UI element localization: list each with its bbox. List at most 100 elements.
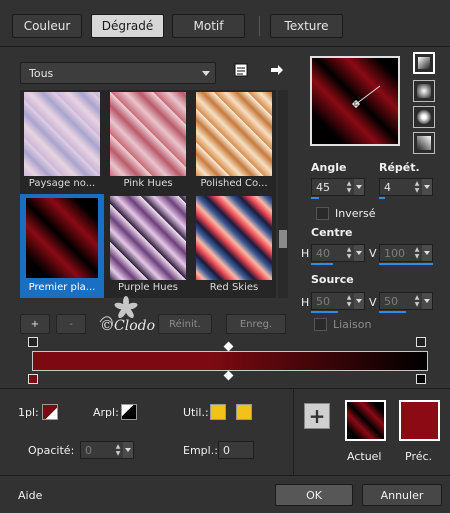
repeat-value: 4 — [384, 180, 391, 194]
help-link[interactable]: Aide — [18, 489, 42, 502]
location-field[interactable]: 0 — [218, 441, 254, 459]
spinner-arrows-icon[interactable]: ▲ ▼ — [412, 180, 422, 194]
spinner-arrows-icon[interactable]: ▲ ▼ — [344, 294, 354, 308]
repeat-slider[interactable] — [379, 197, 385, 199]
save-button[interactable]: Enreg. — [226, 314, 286, 334]
angle-value: 45 — [316, 180, 330, 194]
current-gradient-swatch[interactable] — [345, 400, 386, 441]
start-color-stop[interactable] — [28, 374, 38, 384]
source-h-slider[interactable] — [311, 311, 338, 313]
user-color-swatch[interactable] — [210, 404, 226, 420]
invert-checkbox[interactable] — [316, 207, 329, 220]
source-h-value: 50 — [316, 294, 330, 308]
add-to-list-button[interactable]: + — [304, 403, 330, 429]
background-color-swatch[interactable] — [121, 404, 137, 420]
gradient-label: Pink Hues — [123, 178, 173, 189]
source-v-spinner[interactable]: 50 ▲ ▼ — [379, 292, 433, 310]
center-v-spinner[interactable]: 100 ▲ ▼ — [379, 244, 433, 262]
cancel-button[interactable]: Annuler — [362, 484, 442, 506]
foreground-color-swatch[interactable] — [42, 404, 58, 420]
spinner-arrows-icon[interactable]: ▲ ▼ — [344, 246, 354, 260]
center-h-value: 40 — [316, 246, 330, 260]
source-v-slider[interactable] — [379, 311, 406, 313]
gradient-item[interactable]: Red Skies — [192, 194, 276, 298]
gradient-item[interactable]: Polished Co... — [192, 90, 276, 194]
linear-gradient-type-button[interactable] — [413, 52, 435, 74]
gradient-preview[interactable] — [310, 56, 400, 146]
opacity-spinner[interactable]: 0 ▲ ▼ — [80, 441, 134, 459]
chevron-down-icon — [202, 71, 210, 76]
top-right-stop-icon[interactable] — [416, 337, 426, 347]
first-plan-label: 1pl: — [18, 406, 39, 419]
spinner-arrows-icon[interactable]: ▲ ▼ — [412, 294, 422, 308]
gradient-thumbnail — [110, 92, 186, 176]
gradient-label: Paysage no... — [28, 178, 96, 189]
angle-slider[interactable] — [311, 197, 319, 199]
gradient-item[interactable]: Purple Hues — [106, 194, 190, 298]
gradient-item[interactable]: Paysage no... — [20, 90, 104, 194]
top-left-stop-icon[interactable] — [28, 337, 38, 347]
category-dropdown-value: Tous — [29, 66, 54, 80]
repeat-label: Répét. — [379, 161, 420, 174]
dropdown-icon[interactable] — [422, 179, 432, 195]
notepad-icon[interactable] — [233, 62, 249, 78]
spinner-arrows-icon[interactable]: ▲ ▼ — [344, 180, 354, 194]
source-label: Source — [311, 273, 354, 286]
gradient-thumbnail — [110, 196, 186, 280]
location-label: Empl.: — [183, 444, 218, 457]
gradient-bar[interactable] — [32, 351, 428, 371]
scrollbar-thumb[interactable] — [279, 230, 287, 248]
previous-gradient-swatch[interactable] — [399, 400, 440, 441]
link-checkbox[interactable] — [314, 318, 327, 331]
link-label: Liaison — [333, 318, 372, 331]
tab-couleur[interactable]: Couleur — [12, 14, 82, 38]
angle-spinner[interactable]: 45 ▲ ▼ — [311, 178, 365, 196]
gradient-thumbnail — [24, 92, 100, 176]
gradient-label: Red Skies — [209, 282, 259, 293]
source-v-label: V — [369, 296, 377, 309]
dropdown-icon[interactable] — [422, 293, 432, 309]
opacity-label: Opacité: — [28, 444, 75, 457]
gradient-label: Polished Co... — [200, 178, 268, 189]
dropdown-icon[interactable] — [354, 293, 364, 309]
watermark-logo: ©Clodo — [92, 292, 172, 340]
tab-texture[interactable]: Texture — [270, 14, 343, 38]
arrow-right-icon[interactable] — [269, 63, 285, 77]
user-color-swatch-2[interactable] — [236, 404, 252, 420]
sunburst-gradient-type-button[interactable] — [413, 106, 435, 128]
source-h-spinner[interactable]: 50 ▲ ▼ — [311, 292, 365, 310]
rectangular-gradient-type-button[interactable] — [413, 80, 435, 102]
tab-degrade[interactable]: Dégradé — [91, 14, 164, 38]
gradient-thumbnail — [196, 196, 272, 280]
grid-scrollbar[interactable] — [278, 90, 288, 298]
dropdown-icon[interactable] — [354, 245, 364, 261]
radial-gradient-type-button[interactable] — [413, 132, 435, 154]
dropdown-icon[interactable] — [354, 179, 364, 195]
center-h-slider[interactable] — [311, 263, 333, 265]
center-v-slider[interactable] — [379, 263, 433, 265]
midpoint-marker[interactable] — [223, 370, 234, 381]
spinner-arrows-icon[interactable]: ▲ ▼ — [113, 443, 123, 457]
add-gradient-button[interactable]: + — [20, 314, 50, 334]
center-label: Centre — [311, 226, 353, 239]
center-h-spinner[interactable]: 40 ▲ ▼ — [311, 244, 365, 262]
background-label: Arpl: — [93, 406, 119, 419]
dropdown-icon[interactable] — [123, 442, 133, 458]
gradient-item[interactable]: Pink Hues — [106, 90, 190, 194]
midpoint-marker[interactable] — [223, 341, 234, 352]
center-h-label: H — [301, 247, 310, 260]
category-dropdown[interactable]: Tous — [20, 62, 216, 84]
end-color-stop[interactable] — [416, 374, 426, 384]
divider — [293, 388, 294, 475]
repeat-spinner[interactable]: 4 ▲ ▼ — [379, 178, 433, 196]
divider — [0, 388, 450, 389]
angle-label: Angle — [311, 161, 347, 174]
dropdown-icon[interactable] — [422, 245, 432, 261]
remove-gradient-button[interactable]: - — [56, 314, 86, 334]
ok-button[interactable]: OK — [275, 484, 353, 506]
gradient-item-selected[interactable]: Premier pla... — [20, 194, 104, 298]
gradient-thumbnail — [196, 92, 272, 176]
tab-motif[interactable]: Motif — [172, 14, 245, 38]
spinner-arrows-icon[interactable]: ▲ ▼ — [412, 246, 422, 260]
location-value: 0 — [223, 443, 230, 457]
